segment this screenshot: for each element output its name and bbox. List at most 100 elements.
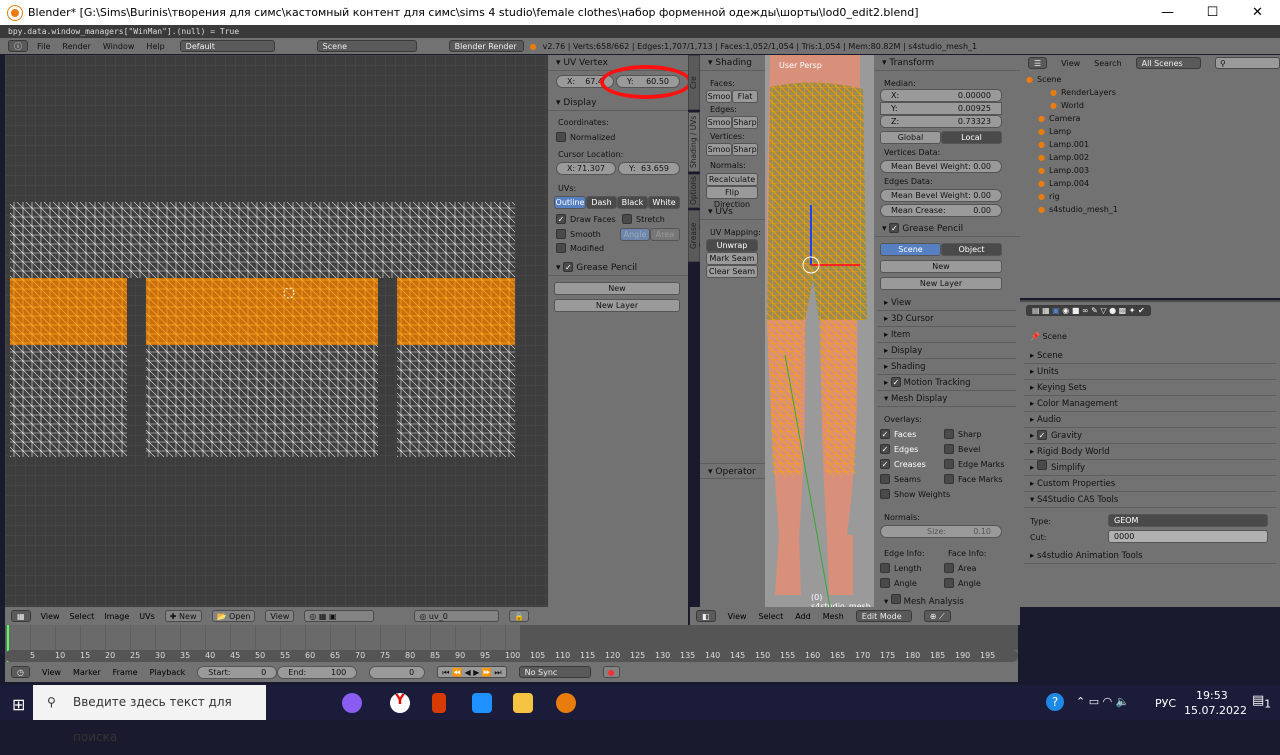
uv-black-button[interactable]: Black xyxy=(617,196,648,209)
uv-editor-canvas[interactable] xyxy=(5,55,548,607)
3d-cursor-panel-header[interactable]: ▸ 3D Cursor xyxy=(878,311,1016,327)
render-engine-select[interactable]: Blender Render xyxy=(448,40,524,52)
display-panel-header[interactable]: ▸ Display xyxy=(878,343,1016,359)
menu-file[interactable]: File xyxy=(34,42,53,51)
cas-tools-header[interactable]: ▾ S4Studio CAS Tools xyxy=(1024,492,1276,508)
stretch-angle-button[interactable]: Angle xyxy=(620,228,650,241)
vertices-smooth-button[interactable]: Smoo xyxy=(706,143,732,156)
draw-faces-checkbox[interactable]: ✓ xyxy=(556,214,566,224)
edge-mean-bevel-field[interactable]: Mean Bevel Weight: 0.00 xyxy=(880,189,1002,202)
gp-new-button[interactable]: New xyxy=(880,260,1002,273)
gp-new-layer-button[interactable]: New Layer xyxy=(880,277,1002,290)
blender-taskbar-icon[interactable] xyxy=(556,693,576,713)
vertex-mean-bevel-field[interactable]: Mean Bevel Weight: 0.00 xyxy=(880,160,1002,173)
local-button[interactable]: Local xyxy=(941,131,1002,144)
3d-viewport[interactable]: User Persp (0) s4studio_mesh xyxy=(765,55,874,607)
outliner-row[interactable]: ● Lamp.001 xyxy=(1020,138,1280,151)
median-z-field[interactable]: Z: 0.73323 xyxy=(880,115,1002,128)
uv-white-button[interactable]: White xyxy=(648,196,680,209)
cas-type-select[interactable]: GEOM xyxy=(1108,514,1268,527)
properties-panel-header[interactable]: ▸ Color Management xyxy=(1024,396,1276,412)
view-mode-select[interactable]: View xyxy=(265,610,295,622)
view-panel-header[interactable]: ▸ View xyxy=(878,295,1016,311)
area-checkbox[interactable] xyxy=(944,563,954,573)
pivot-select[interactable]: ◎ ▦ ▣ xyxy=(304,610,375,622)
length-checkbox[interactable] xyxy=(880,563,890,573)
shading-header[interactable]: ▾ Shading xyxy=(700,55,765,71)
overlay-checkbox[interactable] xyxy=(944,459,954,469)
maximize-button[interactable]: ☐ xyxy=(1190,0,1235,25)
tray-icons[interactable]: ⌃ ▭ ◠ 🔈 xyxy=(1076,695,1129,708)
smooth-checkbox[interactable] xyxy=(556,229,566,239)
tab-options[interactable]: Options xyxy=(688,174,700,208)
timeline[interactable]: 5 10 15 20 25 30 35 40 45 50 55 60 65 70 75 80 85 90 95 100… xyxy=(5,625,1018,662)
timeline-menu-playback[interactable]: Playback xyxy=(150,668,186,677)
median-y-field[interactable]: Y: 0.00925 xyxy=(880,102,1002,115)
grease-pencil-new-layer-button[interactable]: New Layer xyxy=(554,299,680,312)
outliner-search-menu[interactable]: Search xyxy=(1094,59,1121,68)
edge-angle-checkbox[interactable] xyxy=(880,578,890,588)
shading-panel-header[interactable]: ▸ Shading xyxy=(878,359,1016,375)
uv-dash-button[interactable]: Dash xyxy=(586,196,617,209)
properties-panel-header[interactable]: ▸ Scene xyxy=(1024,348,1276,364)
outliner-filter-select[interactable]: All Scenes xyxy=(1135,57,1202,69)
face-angle-checkbox[interactable] xyxy=(944,578,954,588)
outliner-row[interactable]: ● RenderLayers xyxy=(1020,86,1280,99)
item-panel-header[interactable]: ▸ Item xyxy=(878,327,1016,343)
playback-controls[interactable]: ⏮ ⏪ ◀ ▶ ⏩ ⏭ xyxy=(437,666,507,678)
outliner-search-input[interactable]: ⚲ xyxy=(1215,57,1280,69)
tab-shading-uvs[interactable]: Shading / UVs xyxy=(688,112,700,172)
cursor-y-field[interactable]: Y: 63.659 xyxy=(618,162,680,175)
outliner-row[interactable]: ● Lamp.004 xyxy=(1020,177,1280,190)
median-x-field[interactable]: X: 0.00000 xyxy=(880,89,1002,102)
properties-tabs[interactable]: ▤ ▦ ▣ ◉ ■ ∞ ✎ ▽ ● ▩ ✦ ✔ xyxy=(1020,302,1280,320)
outliner-row[interactable]: ● rig xyxy=(1020,190,1280,203)
manipulator-icon[interactable]: ⊕ ⟋ xyxy=(923,610,951,622)
outliner-row[interactable]: ● Lamp xyxy=(1020,125,1280,138)
uv-menu-uvs[interactable]: UVs xyxy=(139,612,155,621)
mode-select[interactable]: Edit Mode xyxy=(855,610,912,622)
outliner-row[interactable]: ● Lamp.002 xyxy=(1020,151,1280,164)
menu-render[interactable]: Render xyxy=(59,42,93,51)
help-icon[interactable]: ? xyxy=(1046,693,1064,711)
uvs-header[interactable]: ▾ UVs xyxy=(700,204,765,220)
3d-menu-mesh[interactable]: Mesh xyxy=(823,612,844,621)
faces-flat-button[interactable]: Flat xyxy=(732,90,758,103)
lock-icon[interactable]: 🔒 xyxy=(509,610,530,622)
start-frame-field[interactable]: Start: 0 xyxy=(197,665,278,679)
3d-editor-type[interactable]: ◧ xyxy=(696,610,716,622)
motion-tracking-header[interactable]: ▸ ✓ Motion Tracking xyxy=(878,375,1016,391)
windows-start-icon[interactable]: ⊞ xyxy=(12,695,25,714)
clear-seam-button[interactable]: Clear Seam xyxy=(706,265,758,278)
timeline-menu-frame[interactable]: Frame xyxy=(113,668,138,677)
outliner-row[interactable]: ● World xyxy=(1020,99,1280,112)
overlay-checkbox[interactable] xyxy=(880,474,890,484)
outliner-editor-type[interactable]: ☰ xyxy=(1028,57,1048,69)
transform-header[interactable]: ▾ Transform xyxy=(874,55,1020,71)
language-indicator[interactable]: РУС xyxy=(1155,697,1176,710)
panel-checkbox[interactable]: ✓ xyxy=(1036,430,1047,440)
show-weights-checkbox[interactable] xyxy=(880,489,890,499)
minimize-button[interactable]: — xyxy=(1145,0,1190,25)
panel-checkbox[interactable] xyxy=(1036,460,1047,470)
operator-header[interactable]: ▾ Operator xyxy=(700,463,765,479)
close-button[interactable]: ✕ xyxy=(1235,0,1280,25)
taskbar-search-input[interactable]: ⚲ Введите здесь текст для поиска xyxy=(33,685,266,744)
overlay-checkbox[interactable] xyxy=(944,444,954,454)
properties-panel-header[interactable]: ▸ Custom Properties xyxy=(1024,476,1276,492)
3d-menu-add[interactable]: Add xyxy=(795,612,811,621)
sync-select[interactable]: No Sync xyxy=(518,666,591,678)
timeline-editor-type[interactable]: ◷ xyxy=(11,666,30,678)
properties-panel-header[interactable]: ▸ ✓ Gravity xyxy=(1024,428,1276,444)
normals-size-field[interactable]: Size: 0.10 xyxy=(880,525,1002,538)
vertices-sharp-button[interactable]: Sharp xyxy=(732,143,758,156)
overlay-checkbox[interactable]: ✓ xyxy=(880,444,890,454)
clock-date[interactable]: 15.07.2022 xyxy=(1184,704,1247,717)
stretch-checkbox[interactable] xyxy=(622,214,632,224)
3d-menu-select[interactable]: Select xyxy=(759,612,784,621)
tab-grease-pencil[interactable]: Grease Pencil xyxy=(688,210,707,262)
image-open-button[interactable]: 📂 Open xyxy=(211,610,256,622)
edges-sharp-button[interactable]: Sharp xyxy=(732,116,758,129)
uv-menu-view[interactable]: View xyxy=(41,612,60,621)
edges-smooth-button[interactable]: Smoo xyxy=(706,116,732,129)
